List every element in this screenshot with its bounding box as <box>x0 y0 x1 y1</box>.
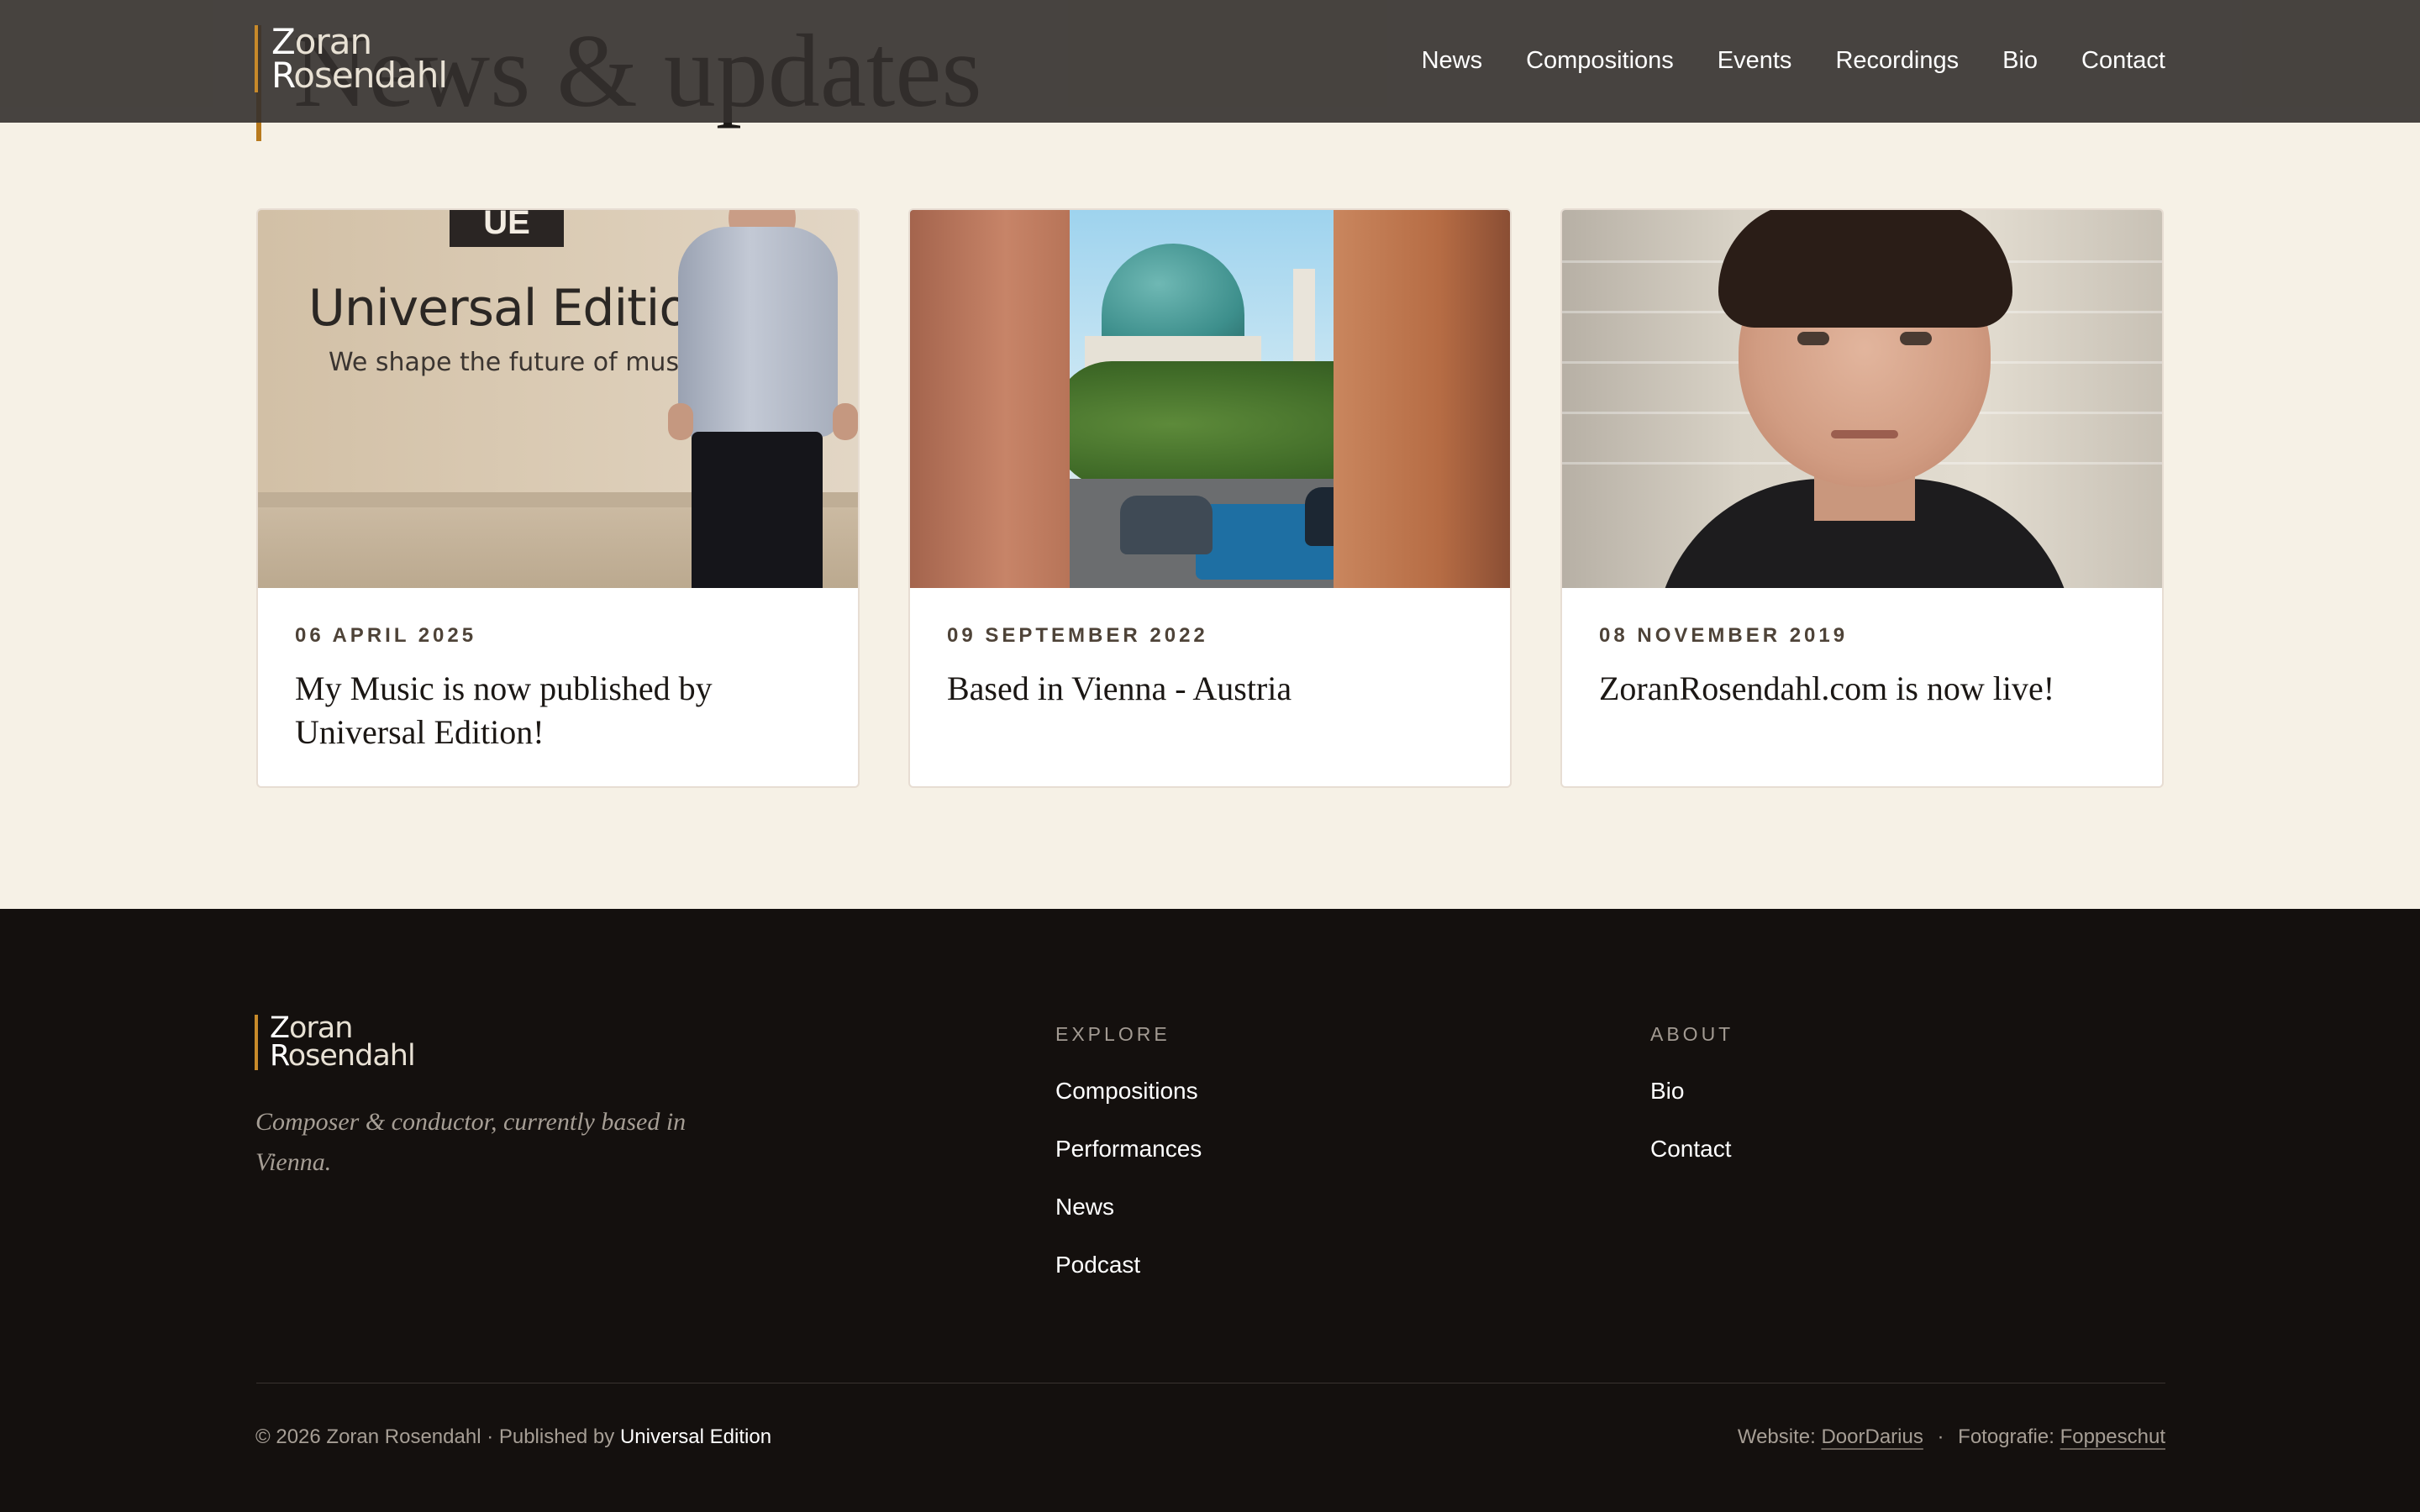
logo-last-name: Rosendahl <box>270 1039 416 1073</box>
news-card[interactable]: 08 NOVEMBER 2019 ZoranRosendahl.com is n… <box>1560 208 2164 788</box>
nav-news[interactable]: News <box>1422 44 1483 77</box>
ue-sign-tagline: We shape the future of music. <box>329 348 708 377</box>
main-nav: News Compositions Events Recordings Bio … <box>1422 44 2165 77</box>
ue-sign-title: Universal Edition <box>308 279 721 338</box>
footer-logo[interactable]: Zoran Rosendahl <box>255 1014 416 1073</box>
website-credit-link[interactable]: DoorDarius <box>1821 1425 1923 1450</box>
news-card-title[interactable]: ZoranRosendahl.com is now live! <box>1599 667 2125 711</box>
site-footer: Zoran Rosendahl Composer & conductor, cu… <box>0 909 2420 1512</box>
logo-first-name: Zoran <box>271 21 372 62</box>
footer-explore-heading: EXPLORE <box>1055 1023 1171 1045</box>
footer-about: ABOUT Bio Contact <box>1650 1021 1733 1163</box>
news-cards: UE Universal Edition We shape the future… <box>256 208 2164 788</box>
photo-credit-link[interactable]: Foppeschut <box>2060 1425 2165 1450</box>
site-header: Zoran Rosendahl News Compositions Events… <box>0 0 2420 123</box>
footer-link-compositions[interactable]: Compositions <box>1055 1077 1202 1105</box>
footer-link-contact[interactable]: Contact <box>1650 1135 1733 1163</box>
site-logo[interactable]: Zoran Rosendahl <box>255 21 448 96</box>
news-card-title[interactable]: My Music is now published by Universal E… <box>295 667 821 754</box>
nav-recordings[interactable]: Recordings <box>1835 44 1959 77</box>
nav-bio[interactable]: Bio <box>2002 44 2038 77</box>
footer-copyright: © 2026 Zoran Rosendahl · Published by Un… <box>255 1425 772 1448</box>
news-card-date: 09 SEPTEMBER 2022 <box>947 624 1208 647</box>
footer-link-podcast[interactable]: Podcast <box>1055 1251 1202 1278</box>
news-card-date: 08 NOVEMBER 2019 <box>1599 624 1849 647</box>
news-card[interactable]: 09 SEPTEMBER 2022 Based in Vienna - Aust… <box>908 208 1512 788</box>
news-card-image <box>910 210 1510 588</box>
ue-badge: UE <box>450 210 564 247</box>
news-card-image <box>1562 210 2162 588</box>
nav-events[interactable]: Events <box>1718 44 1792 77</box>
footer-tagline: Composer & conductor, currently based in… <box>255 1108 687 1176</box>
news-card[interactable]: UE Universal Edition We shape the future… <box>256 208 860 788</box>
footer-link-performances[interactable]: Performances <box>1055 1135 1202 1163</box>
nav-contact[interactable]: Contact <box>2081 44 2165 77</box>
publisher-link[interactable]: Universal Edition <box>620 1425 771 1448</box>
news-card-title[interactable]: Based in Vienna - Austria <box>947 667 1473 711</box>
news-card-image: UE Universal Edition We shape the future… <box>258 210 858 588</box>
news-card-date: 06 APRIL 2025 <box>295 624 477 647</box>
footer-link-news[interactable]: News <box>1055 1193 1202 1221</box>
footer-explore: EXPLORE Compositions Performances News P… <box>1055 1021 1202 1278</box>
footer-about-heading: ABOUT <box>1650 1023 1734 1045</box>
footer-link-bio[interactable]: Bio <box>1650 1077 1733 1105</box>
logo-last-name: Rosendahl <box>271 55 448 96</box>
footer-credits: Website: DoorDarius · Fotografie: Foppes… <box>1737 1425 2165 1450</box>
nav-compositions[interactable]: Compositions <box>1526 44 1674 77</box>
